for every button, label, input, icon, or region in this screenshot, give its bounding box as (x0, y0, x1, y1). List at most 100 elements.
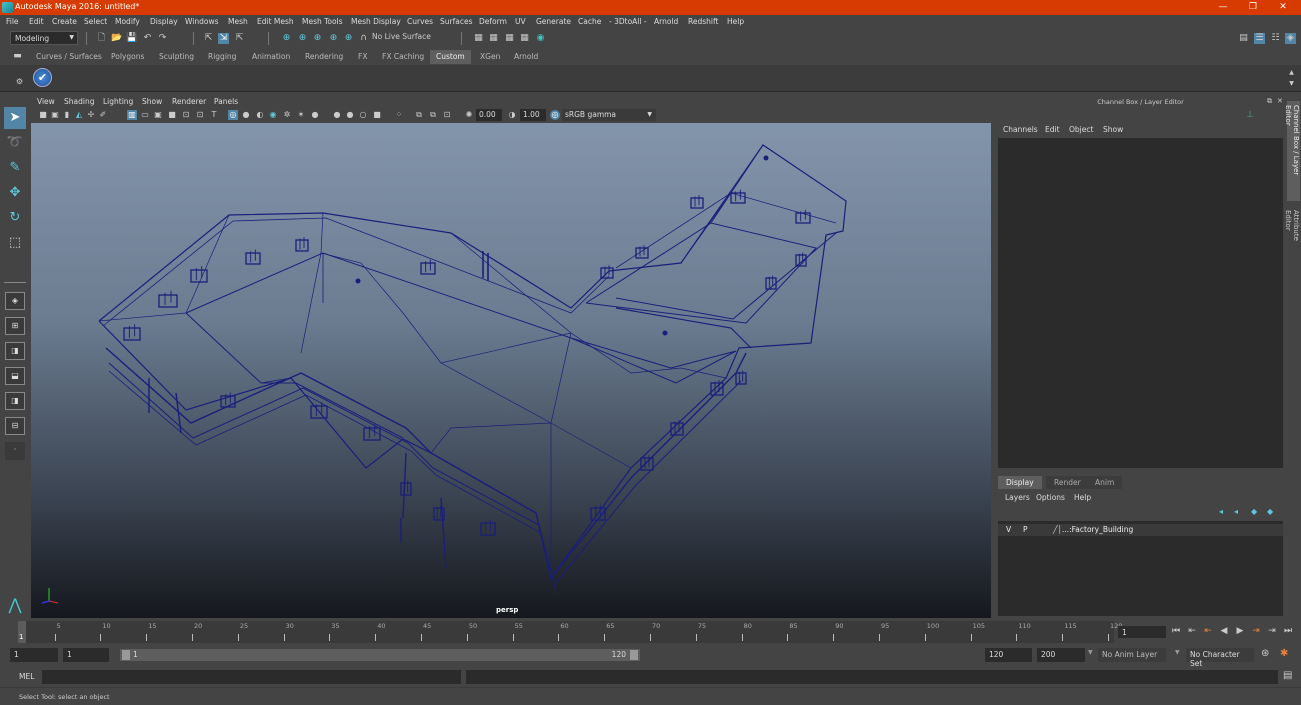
shelf-tab-xgen[interactable]: XGen (474, 50, 506, 64)
shelf-tab-custom[interactable]: Custom (430, 50, 471, 64)
step-forward-frame-icon[interactable]: ⇥ (1266, 625, 1278, 637)
more-layouts-icon[interactable]: · (5, 442, 25, 460)
menu-cache[interactable]: Cache (578, 17, 601, 26)
menu-generate[interactable]: Generate (536, 17, 571, 26)
custom-shelf-checkmark-icon[interactable]: ✔ (33, 68, 52, 87)
select-object-icon[interactable]: ⇲ (218, 33, 229, 44)
animation-start-field[interactable]: 1 (10, 648, 58, 662)
move-layer-down-icon[interactable]: ◂ (1234, 507, 1238, 516)
rotate-tool-icon[interactable]: ↻ (4, 207, 26, 229)
wireframe-on-shaded-icon[interactable]: ◉ (268, 110, 278, 120)
shelf-tab-arnold[interactable]: Arnold (508, 50, 544, 64)
menu-mesh-display[interactable]: Mesh Display (351, 17, 401, 26)
layer-tab-render[interactable]: Render (1046, 476, 1089, 489)
animation-end-field[interactable]: 200 (1037, 648, 1085, 662)
menu-curves[interactable]: Curves (407, 17, 433, 26)
attribute-editor-toggle-icon[interactable]: ☰ (1254, 33, 1265, 44)
menu-deform[interactable]: Deform (479, 17, 507, 26)
xray-joints-icon[interactable]: ⧉ (428, 110, 438, 120)
show-menu[interactable]: Show (1103, 125, 1123, 134)
current-time-marker[interactable]: 1 (18, 621, 26, 643)
shelf-tab-animation[interactable]: Animation (246, 50, 296, 64)
factory-building-wireframe[interactable] (31, 123, 991, 618)
layer-playback-toggle[interactable]: P (1023, 525, 1028, 534)
viewport-menu-renderer[interactable]: Renderer (172, 97, 206, 106)
shelf-scroll-down-icon[interactable]: ▼ (1286, 78, 1297, 89)
grease-pencil-icon[interactable]: ✐ (98, 110, 108, 120)
field-chart-icon[interactable]: ⊡ (181, 110, 191, 120)
undo-icon[interactable]: ↶ (142, 33, 153, 44)
snap-grid-icon[interactable]: ⊕ (281, 33, 292, 44)
persp-uv-layout-icon[interactable]: ⊟ (5, 417, 25, 435)
resolution-gate-icon[interactable]: ▣ (153, 110, 163, 120)
persp-outliner-layout-icon[interactable]: ◨ (5, 342, 25, 360)
menu-file[interactable]: File (6, 17, 19, 26)
make-live-icon[interactable]: ∩ (358, 33, 369, 44)
shelf-tab-fx-caching[interactable]: FX Caching (376, 50, 430, 64)
screen-space-ao-icon[interactable]: ● (332, 110, 342, 120)
menu-arnold[interactable]: Arnold (654, 17, 678, 26)
lasso-tool-icon[interactable]: ➰ (4, 132, 26, 154)
redo-icon[interactable]: ↷ (157, 33, 168, 44)
channels-menu[interactable]: Channels (1003, 125, 1038, 134)
select-component-icon[interactable]: ⇱ (234, 33, 245, 44)
shelf-scroll-up-icon[interactable]: ▲ (1286, 67, 1297, 78)
layer-name[interactable]: ...:Factory_Building (1062, 525, 1133, 534)
four-view-layout-icon[interactable]: ⊞ (5, 317, 25, 335)
use-default-material-icon[interactable]: ◐ (255, 110, 265, 120)
animation-preferences-icon[interactable]: ✱ (1280, 648, 1288, 659)
safe-title-icon[interactable]: T (209, 110, 219, 120)
isolate-select-icon[interactable]: ⁘ (394, 110, 404, 120)
step-back-key-icon[interactable]: ⇤ (1202, 625, 1214, 637)
character-set-dropdown[interactable]: No Character Set (1186, 648, 1254, 668)
menu-create[interactable]: Create (52, 17, 77, 26)
render-sequence-icon[interactable]: ▦ (488, 33, 499, 44)
help-menu[interactable]: Help (1074, 493, 1091, 502)
range-start-handle[interactable] (122, 650, 130, 660)
edit-menu[interactable]: Edit (1045, 125, 1060, 134)
command-language-toggle[interactable]: MEL (19, 672, 34, 681)
layer-color-swatch[interactable]: ╱│ (1053, 525, 1062, 534)
menu-uv[interactable]: UV (515, 17, 526, 26)
viewport-menu-panels[interactable]: Panels (214, 97, 238, 106)
shelf-tab-fx[interactable]: FX (352, 50, 373, 64)
gamma-field[interactable]: 1.00 (520, 109, 546, 121)
menu-edit[interactable]: Edit (29, 17, 44, 26)
hypershade-icon[interactable]: ◉ (535, 33, 546, 44)
side-tab-channel-box[interactable]: Channel Box / Layer Editor (1284, 101, 1300, 201)
safe-action-icon[interactable]: ⊡ (195, 110, 205, 120)
motion-blur-icon[interactable]: ● (345, 110, 355, 120)
channel-box-toggle-icon[interactable]: ◈ (1285, 33, 1296, 44)
anim-layer-dropdown[interactable]: No Anim Layer (1098, 648, 1166, 662)
xray-icon[interactable]: ⧉ (414, 110, 424, 120)
ipr-render-icon[interactable]: ▦ (504, 33, 515, 44)
gate-mask-icon[interactable]: ■ (167, 110, 177, 120)
scale-tool-icon[interactable]: ⬚ (4, 232, 26, 254)
step-back-frame-icon[interactable]: ⇤ (1186, 625, 1198, 637)
float-panel-icon[interactable]: ⧉ (1267, 97, 1272, 106)
menu-help[interactable]: Help (727, 17, 744, 26)
snap-projected-icon[interactable]: ⊕ (328, 33, 339, 44)
menu-display[interactable]: Display (150, 17, 178, 26)
current-frame-field[interactable]: 1 (1118, 626, 1166, 638)
color-space-dropdown[interactable]: sRGB gamma ▼ (562, 109, 656, 121)
snap-curve-icon[interactable]: ⊕ (297, 33, 308, 44)
film-gate-icon[interactable]: ▭ (140, 110, 150, 120)
play-forwards-icon[interactable]: ▶ (1234, 625, 1246, 637)
range-end-handle[interactable] (630, 650, 638, 660)
use-all-lights-icon[interactable]: ✶ (296, 110, 306, 120)
layer-row[interactable]: V P ╱│ ...:Factory_Building (998, 524, 1283, 536)
viewport-menu-shading[interactable]: Shading (64, 97, 94, 106)
step-forward-key-icon[interactable]: ⇥ (1250, 625, 1262, 637)
shelf-tab-polygons[interactable]: Polygons (105, 50, 150, 64)
move-tool-icon[interactable]: ✥ (4, 182, 26, 204)
go-to-start-icon[interactable]: ⏮ (1170, 625, 1182, 637)
render-settings-icon[interactable]: ▦ (519, 33, 530, 44)
image-plane-icon[interactable]: ◭ (74, 110, 84, 120)
bookmark-icon[interactable]: ▮ (62, 110, 72, 120)
play-backwards-icon[interactable]: ◀ (1218, 625, 1230, 637)
side-tab-attribute-editor[interactable]: Attribute Editor (1284, 206, 1300, 266)
exposure-field[interactable]: 0.00 (476, 109, 502, 121)
gamma-icon[interactable]: ◑ (507, 110, 517, 120)
object-menu[interactable]: Object (1069, 125, 1093, 134)
